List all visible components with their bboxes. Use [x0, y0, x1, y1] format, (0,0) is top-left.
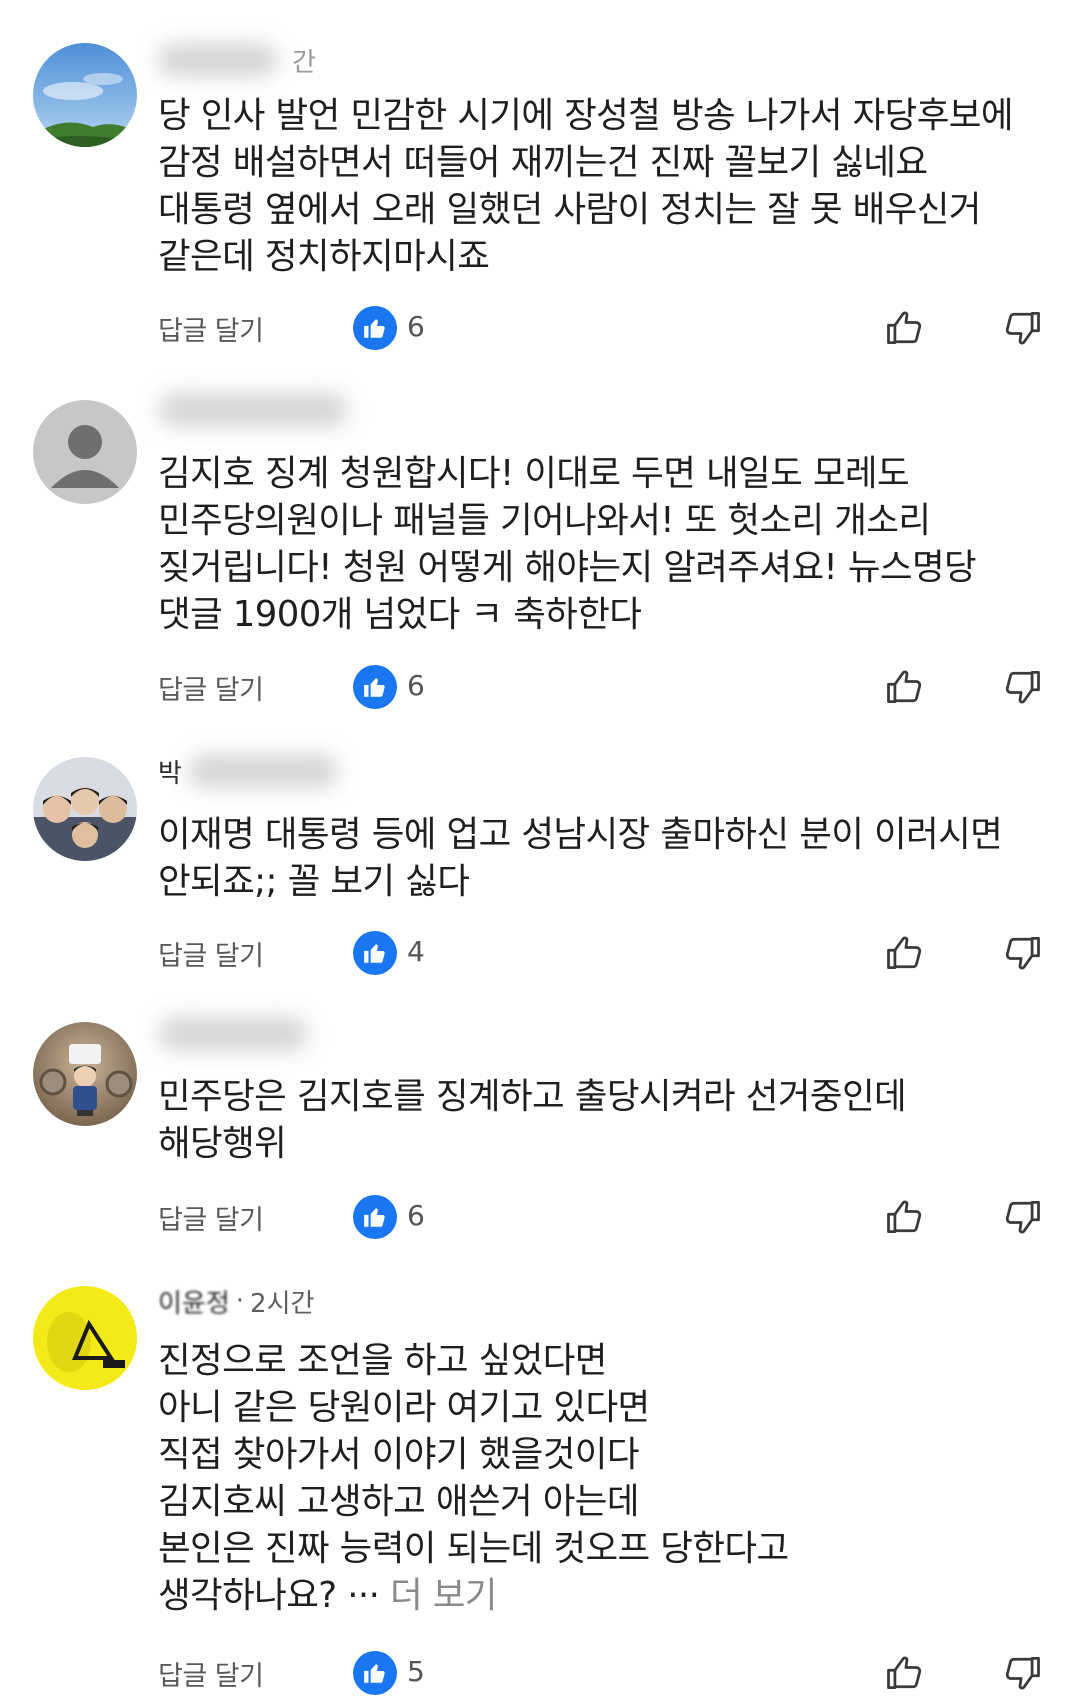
comment-meta: 간	[158, 40, 316, 80]
author-name-redacted	[158, 393, 348, 427]
thumb-up-icon[interactable]	[880, 1648, 930, 1698]
comment-text: 김지호 징계 청원합시다! 이대로 두면 내일도 모레도 민주당의원이나 패널들…	[158, 453, 977, 635]
thumb-up-icon[interactable]	[880, 1192, 930, 1242]
comment-text: 민주당은 김지호를 징계하고 출당시켜라 선거중인데 해당행위	[158, 1076, 907, 1164]
avatar[interactable]	[33, 757, 137, 861]
like-count: 6	[407, 310, 425, 343]
author-name[interactable]: 이윤정	[158, 1283, 230, 1320]
comment-actions: 답글 달기 4	[0, 928, 1080, 978]
meta-separator: ·	[235, 1286, 245, 1316]
avatar[interactable]	[33, 1286, 137, 1390]
like-badge-icon	[353, 665, 397, 709]
comment-time: 간	[292, 47, 316, 78]
author-name-redacted	[158, 43, 278, 77]
like-badge-icon	[353, 931, 397, 975]
thumb-down-icon[interactable]	[997, 1648, 1047, 1698]
comment-text: 진정으로 조언을 하고 싶었다면 아니 같은 당원이라 여기고 있다면 직접 찾…	[158, 1337, 1058, 1619]
reply-button[interactable]: 답글 달기	[158, 1654, 264, 1693]
thumb-up-icon[interactable]	[880, 662, 930, 712]
thumb-down-icon[interactable]	[997, 303, 1047, 353]
reply-button[interactable]: 답글 달기	[158, 934, 264, 973]
like-count: 6	[407, 669, 425, 702]
like-badge-icon	[353, 1195, 397, 1239]
thumb-up-icon[interactable]	[880, 928, 930, 978]
comment-actions: 답글 달기 6	[0, 1192, 1080, 1242]
like-count: 6	[407, 1199, 425, 1232]
comment-text: 당 인사 발언 민감한 시기에 장성철 방송 나가서 자당후보에 감정 배설하면…	[158, 95, 1014, 277]
avatar[interactable]	[33, 1022, 137, 1126]
like-badge-icon	[353, 1651, 397, 1695]
like-count: 4	[407, 935, 425, 968]
comment-actions: 답글 달기 6	[0, 303, 1080, 353]
author-name-redacted	[158, 1017, 308, 1051]
avatar[interactable]	[33, 400, 137, 504]
reply-button[interactable]: 답글 달기	[158, 668, 264, 707]
comment-actions: 답글 달기 5	[0, 1648, 1080, 1698]
reply-button[interactable]: 답글 달기	[158, 1198, 264, 1237]
author-name-redacted	[187, 754, 338, 788]
like-count: 5	[407, 1655, 425, 1688]
comment-meta: 박	[158, 751, 352, 791]
comment-meta: 이윤정 · 2시간	[158, 1281, 314, 1321]
thumb-up-icon[interactable]	[880, 303, 930, 353]
avatar[interactable]	[33, 43, 137, 147]
comment-meta	[158, 390, 362, 430]
thumb-down-icon[interactable]	[997, 928, 1047, 978]
like-badge-icon	[353, 306, 397, 350]
author-name[interactable]: 박	[158, 753, 182, 790]
thumb-down-icon[interactable]	[997, 662, 1047, 712]
reply-button[interactable]: 답글 달기	[158, 309, 264, 348]
thumb-down-icon[interactable]	[997, 1192, 1047, 1242]
comment-list: 간 당 인사 발언 민감한 시기에 장성철 방송 나가서 자당후보에 감정 배설…	[0, 0, 1080, 1695]
read-more-link[interactable]: 더 보기	[390, 1575, 497, 1616]
comment-meta	[158, 1014, 322, 1054]
comment-text: 이재명 대통령 등에 업고 성남시장 출마하신 분이 이러시면 안되죠;; 꼴 …	[158, 814, 1003, 902]
comment-time: 2시간	[250, 1288, 315, 1319]
comment-actions: 답글 달기 6	[0, 662, 1080, 712]
